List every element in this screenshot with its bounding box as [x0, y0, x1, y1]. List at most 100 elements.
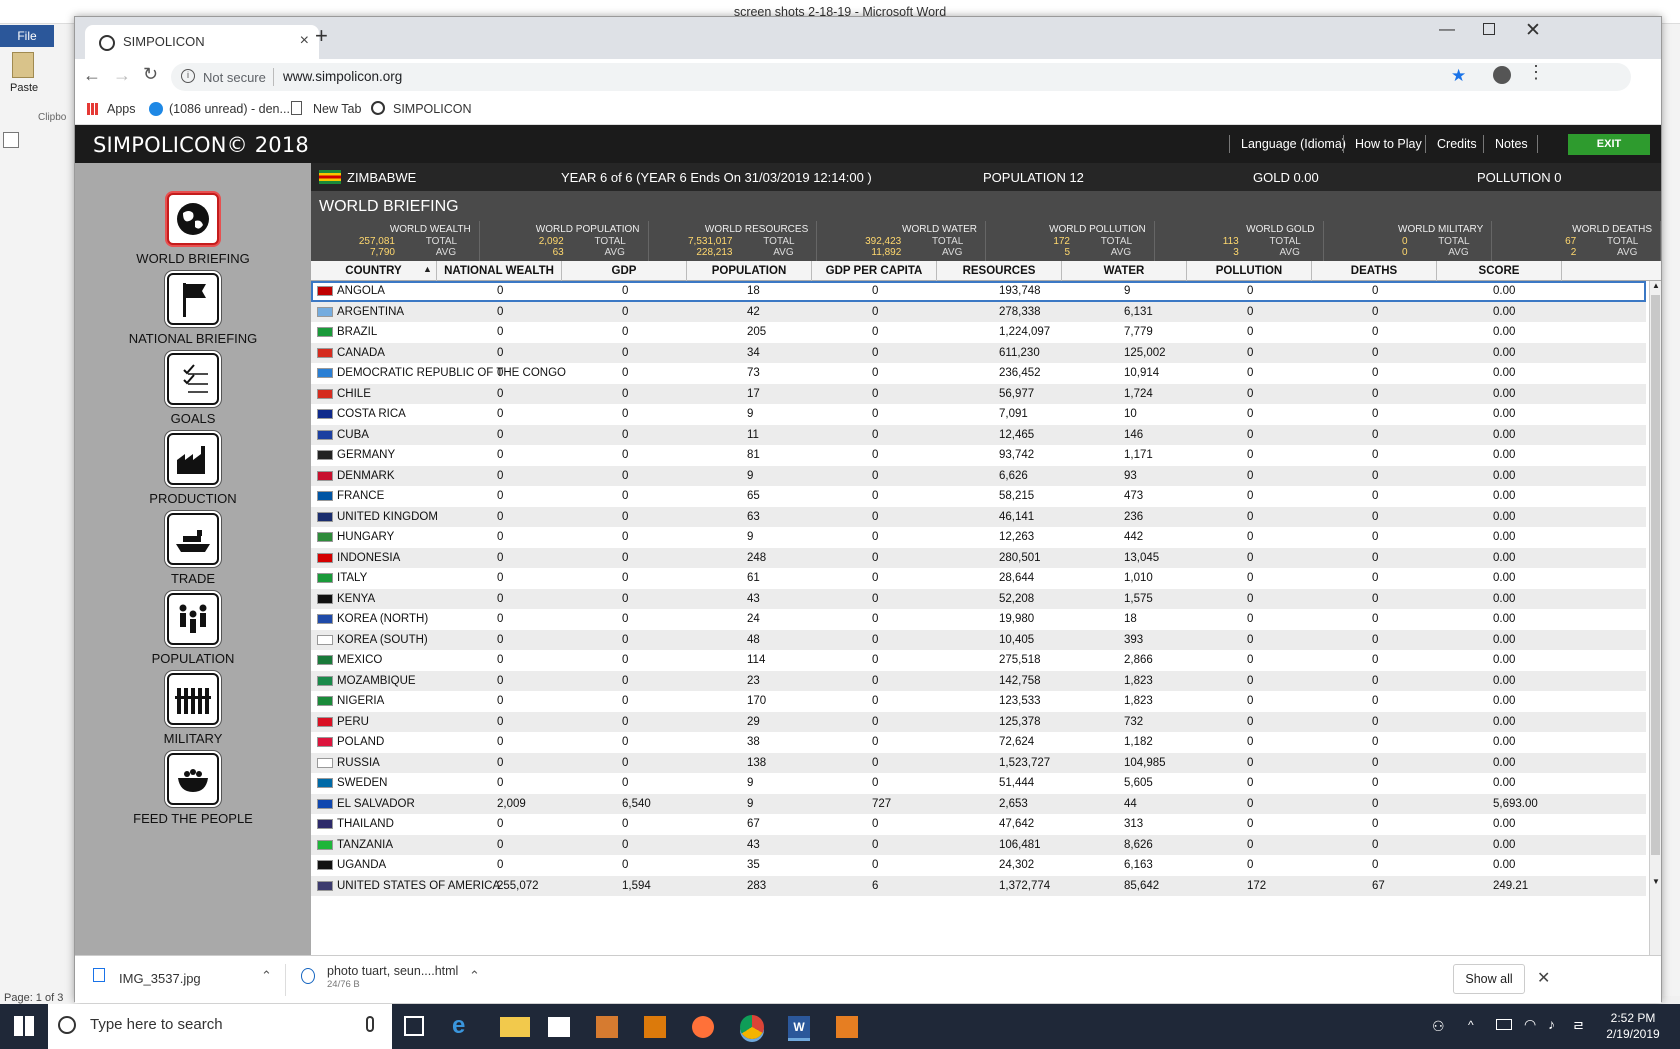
- table-row[interactable]: BRAZIL 0 0 205 0 1,224,097 7,779 0 0 0.00: [311, 322, 1646, 343]
- table-row[interactable]: SWEDEN 0 0 9 0 51,444 5,605 0 0 0.00: [311, 773, 1646, 794]
- table-row[interactable]: PERU 0 0 29 0 125,378 732 0 0 0.00: [311, 711, 1646, 732]
- table-row[interactable]: RUSSIA 0 0 138 0 1,523,727 104,985 0 0 0.00: [311, 752, 1646, 773]
- table-row[interactable]: NIGERIA 0 0 170 0 123,533 1,823 0 0 0.00: [311, 691, 1646, 712]
- table-row[interactable]: INDONESIA 0 0 248 0 280,501 13,045 0 0 0.00: [311, 547, 1646, 568]
- task-view-icon[interactable]: [404, 1016, 424, 1036]
- column-header[interactable]: POPULATION: [687, 261, 812, 281]
- table-row[interactable]: CHILE 0 0 17 0 56,977 1,724 0 0 0.00: [311, 383, 1646, 404]
- table-row[interactable]: EL SALVADOR 2,009 6,540 9 727 2,653 44 0 0 5,693.…: [311, 793, 1646, 814]
- profile-icon[interactable]: [1493, 66, 1511, 84]
- table-row[interactable]: UNITED KINGDOM 0 0 63 0 46,141 236 0 0 0.00: [311, 506, 1646, 527]
- chevron-up-icon[interactable]: ⌃: [469, 968, 480, 984]
- table-row[interactable]: POLAND 0 0 38 0 72,624 1,182 0 0 0.00: [311, 732, 1646, 753]
- column-header[interactable]: DEATHS: [1312, 261, 1437, 281]
- table-row[interactable]: UNITED STATES OF AMERICA 255,072 1,594 283 6…: [311, 875, 1646, 896]
- column-header[interactable]: RESOURCES: [937, 261, 1062, 281]
- table-row[interactable]: TANZANIA 0 0 43 0 106,481 8,626 0 0 0.00: [311, 834, 1646, 855]
- system-clock[interactable]: 2:52 PM 2/19/2019: [1600, 1010, 1666, 1042]
- table-row[interactable]: CUBA 0 0 11 0 12,465 146 0 0 0.00: [311, 424, 1646, 445]
- column-header[interactable]: GDP PER CAPITA: [812, 261, 937, 281]
- word-right-scroll[interactable]: [1660, 24, 1680, 996]
- bookmark-mail[interactable]: (1086 unread) - den...: [169, 102, 290, 116]
- wifi-icon[interactable]: ◠: [1524, 1016, 1536, 1033]
- menu-notes[interactable]: Notes: [1495, 137, 1528, 151]
- menu-language[interactable]: Language (Idioma): [1241, 137, 1346, 151]
- table-row[interactable]: ANGOLA 0 0 18 0 193,748 9 0 0 0.00: [311, 281, 1646, 302]
- menu-dots-icon[interactable]: ⋮: [1527, 62, 1545, 83]
- store-icon[interactable]: [548, 1017, 570, 1037]
- microphone-icon[interactable]: [366, 1016, 374, 1032]
- bookmark-apps[interactable]: Apps: [107, 102, 136, 116]
- show-all-button[interactable]: Show all: [1453, 964, 1525, 994]
- nav-national-briefing[interactable]: NATIONAL BRIEFING: [75, 273, 311, 346]
- column-header[interactable]: NATIONAL WEALTH: [437, 261, 562, 281]
- table-row[interactable]: KENYA 0 0 43 0 52,208 1,575 0 0 0.00: [311, 588, 1646, 609]
- media-player-icon[interactable]: [596, 1016, 618, 1038]
- paste-label[interactable]: Paste: [10, 82, 38, 94]
- word-icon[interactable]: W: [788, 1016, 810, 1038]
- table-row[interactable]: KOREA (NORTH) 0 0 24 0 19,980 18 0 0 0.00: [311, 609, 1646, 630]
- table-row[interactable]: CANADA 0 0 34 0 611,230 125,002 0 0 0.00: [311, 342, 1646, 363]
- firefox-icon[interactable]: [692, 1016, 714, 1038]
- close-window-icon[interactable]: ✕: [1525, 19, 1541, 42]
- paste-icon[interactable]: [12, 52, 34, 78]
- bookmark-new-tab[interactable]: New Tab: [313, 102, 361, 116]
- nav-feed-the-people[interactable]: FEED THE PEOPLE: [75, 753, 311, 826]
- close-downloads-icon[interactable]: ✕: [1537, 968, 1550, 988]
- reload-icon[interactable]: ↻: [143, 64, 158, 85]
- network-icon[interactable]: [1496, 1019, 1512, 1030]
- column-header[interactable]: COUNTRY: [311, 261, 437, 281]
- table-row[interactable]: KOREA (SOUTH) 0 0 48 0 10,405 393 0 0 0.00: [311, 629, 1646, 650]
- nav-trade[interactable]: TRADE: [75, 513, 311, 586]
- table-row[interactable]: MEXICO 0 0 114 0 275,518 2,866 0 0 0.00: [311, 650, 1646, 671]
- url-text[interactable]: www.simpolicon.org: [283, 69, 402, 84]
- download-item[interactable]: IMG_3537.jpg ⌃: [89, 964, 281, 996]
- table-scrollbar[interactable]: ▲ ▼: [1649, 281, 1661, 955]
- column-header[interactable]: POLLUTION: [1187, 261, 1312, 281]
- nav-production[interactable]: PRODUCTION: [75, 433, 311, 506]
- table-row[interactable]: ARGENTINA 0 0 42 0 278,338 6,131 0 0 0.00: [311, 301, 1646, 322]
- ruler-tab-icon[interactable]: [3, 132, 19, 148]
- volume-icon[interactable]: ♪: [1548, 1016, 1555, 1032]
- taskbar-search[interactable]: Type here to search: [48, 1004, 392, 1049]
- exit-button[interactable]: EXIT: [1568, 134, 1650, 155]
- table-row[interactable]: THAILAND 0 0 67 0 47,642 313 0 0 0.00: [311, 814, 1646, 835]
- nav-military[interactable]: MILITARY: [75, 673, 311, 746]
- outlook-icon[interactable]: [644, 1016, 666, 1038]
- scroll-down-icon[interactable]: ▼: [1652, 877, 1660, 886]
- column-header[interactable]: GDP: [562, 261, 687, 281]
- new-tab-icon[interactable]: +: [315, 23, 328, 49]
- chevron-up-icon[interactable]: ^: [1468, 1018, 1474, 1032]
- scroll-up-icon[interactable]: ▲: [1652, 281, 1660, 290]
- minimize-icon[interactable]: —: [1439, 21, 1455, 39]
- table-row[interactable]: FRANCE 0 0 65 0 58,215 473 0 0 0.00: [311, 486, 1646, 507]
- table-row[interactable]: DENMARK 0 0 9 0 6,626 93 0 0 0.00: [311, 465, 1646, 486]
- windows-start-icon[interactable]: [14, 1016, 34, 1036]
- sort-ascending-icon[interactable]: ▲: [423, 264, 432, 274]
- nav-world-briefing[interactable]: WORLD BRIEFING: [75, 193, 311, 266]
- address-bar[interactable]: i Not secure www.simpolicon.org ★: [171, 63, 1631, 91]
- file-explorer-icon[interactable]: [500, 1017, 530, 1037]
- menu-how-to-play[interactable]: How to Play: [1355, 137, 1422, 151]
- close-tab-icon[interactable]: ×: [300, 32, 309, 50]
- maximize-icon[interactable]: [1483, 23, 1495, 35]
- bookmark-star-icon[interactable]: ★: [1451, 66, 1466, 86]
- nav-goals[interactable]: GOALS: [75, 353, 311, 426]
- forward-icon[interactable]: →: [113, 65, 131, 86]
- table-row[interactable]: COSTA RICA 0 0 9 0 7,091 10 0 0 0.00: [311, 404, 1646, 425]
- download-item[interactable]: photo tuart, seun....html 24/76 B ⌃: [297, 964, 497, 996]
- back-icon[interactable]: ←: [83, 65, 101, 86]
- column-header[interactable]: SCORE: [1437, 261, 1562, 281]
- menu-credits[interactable]: Credits: [1437, 137, 1477, 151]
- table-row[interactable]: UGANDA 0 0 35 0 24,302 6,163 0 0 0.00: [311, 855, 1646, 876]
- bookmark-simpolicon[interactable]: SIMPOLICON: [393, 102, 472, 116]
- table-row[interactable]: DEMOCRATIC REPUBLIC OF THE CONGO 0 0 73 0 236…: [311, 363, 1646, 384]
- table-row[interactable]: HUNGARY 0 0 9 0 12,263 442 0 0 0.00: [311, 527, 1646, 548]
- browser-tab[interactable]: SIMPOLICON ×: [85, 25, 319, 59]
- language-icon[interactable]: ㄹ: [1572, 1016, 1585, 1036]
- file-tab[interactable]: File: [0, 25, 54, 47]
- column-header[interactable]: WATER: [1062, 261, 1187, 281]
- chevron-up-icon[interactable]: ⌃: [261, 968, 272, 984]
- info-icon[interactable]: i: [181, 69, 195, 83]
- table-row[interactable]: GERMANY 0 0 81 0 93,742 1,171 0 0 0.00: [311, 445, 1646, 466]
